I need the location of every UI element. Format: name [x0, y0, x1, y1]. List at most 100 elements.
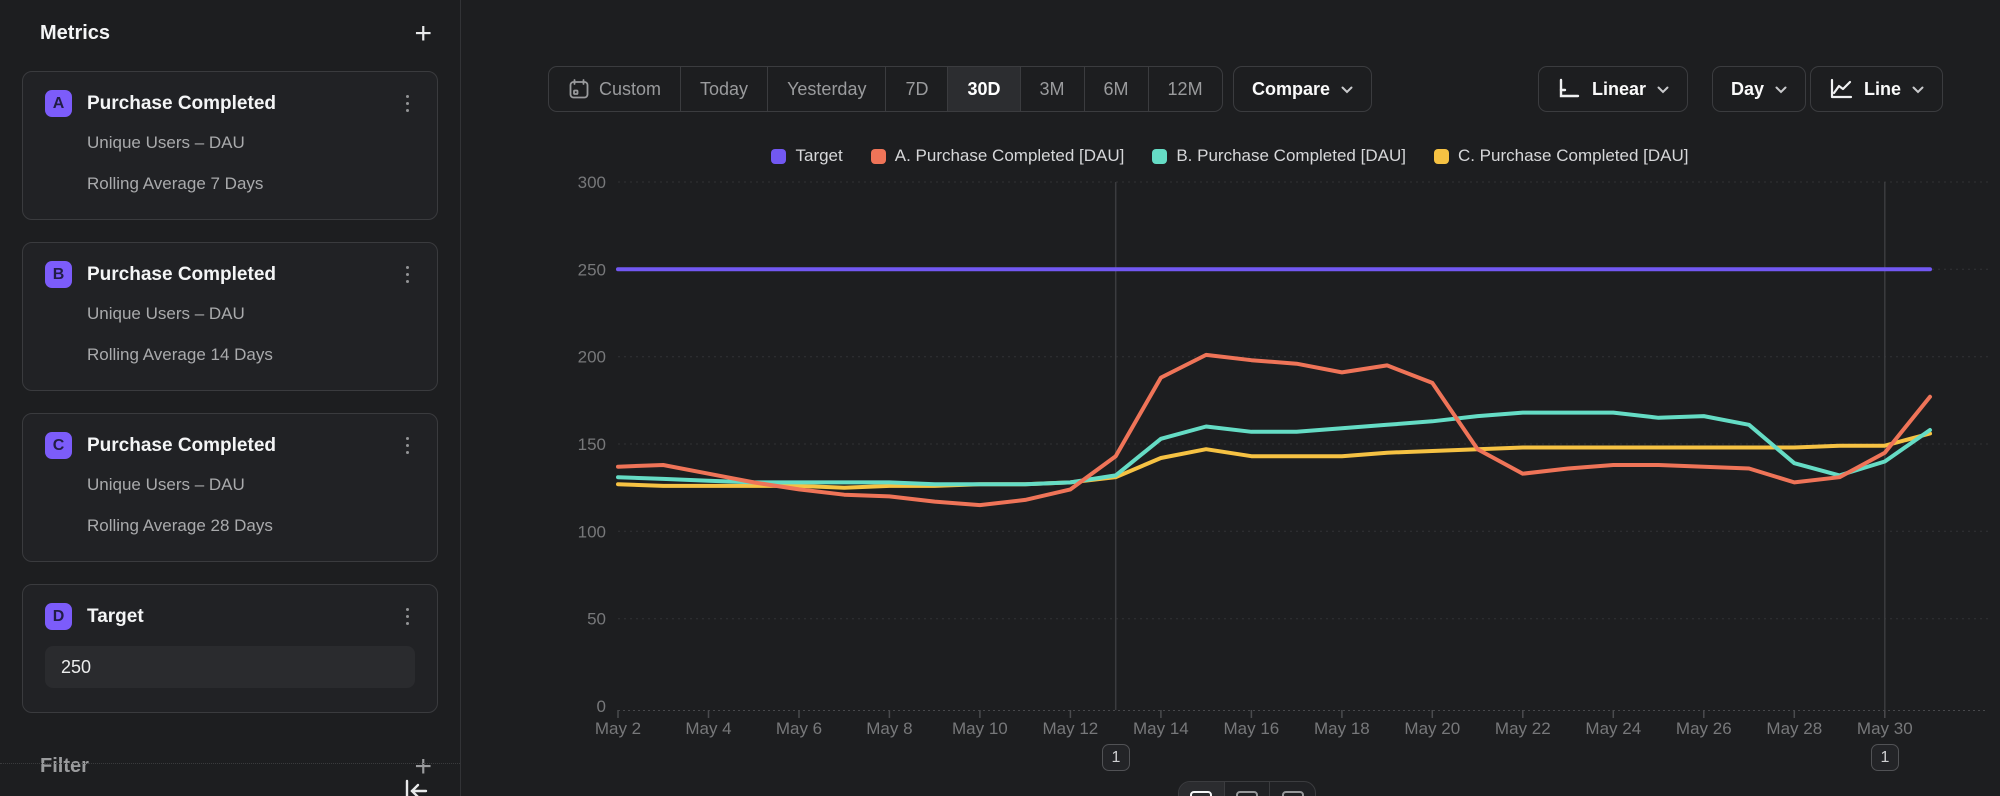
metric-badge-a: A: [45, 90, 72, 117]
legend-swatch: [1434, 149, 1449, 164]
x-tick-label: May 22: [1495, 719, 1551, 738]
more-options-icon[interactable]: [400, 433, 416, 459]
metric-card-a[interactable]: A Purchase Completed Unique Users – DAU …: [22, 71, 438, 220]
view-toggle-metric[interactable]: [1270, 782, 1315, 796]
metric-card-b[interactable]: B Purchase Completed Unique Users – DAU …: [22, 242, 438, 391]
range-30d[interactable]: 30D: [948, 67, 1020, 111]
metric-card-c-title: Purchase Completed: [87, 435, 400, 457]
metric-card-c-measure[interactable]: Unique Users – DAU: [87, 475, 415, 495]
y-tick-label: 250: [578, 260, 606, 279]
scale-button[interactable]: Linear: [1538, 66, 1688, 112]
more-options-icon[interactable]: [400, 604, 416, 630]
y-tick-label: 0: [597, 697, 606, 716]
metrics-title: Metrics: [40, 22, 110, 45]
table-view-icon: [1236, 791, 1258, 796]
chart-legend: Target A. Purchase Completed [DAU] B. Purc…: [460, 146, 2000, 166]
x-tick-label: May 4: [685, 719, 731, 738]
target-value-input[interactable]: 250: [45, 646, 415, 688]
chart-toolbar: CustomTodayYesterday7D30D3M6M12M Compare…: [461, 0, 2000, 130]
y-tick-label: 50: [587, 610, 606, 629]
legend-swatch: [1152, 149, 1167, 164]
interval-button[interactable]: Day: [1712, 66, 1806, 112]
date-range-control: CustomTodayYesterday7D30D3M6M12M: [548, 66, 1223, 112]
legend-label: C. Purchase Completed [DAU]: [1458, 146, 1689, 166]
y-tick-label: 300: [578, 173, 606, 192]
y-tick-label: 100: [578, 522, 606, 541]
metric-card-c-header: C Purchase Completed: [45, 432, 415, 459]
range-yesterday[interactable]: Yesterday: [768, 67, 886, 111]
filter-title: Filter: [40, 755, 89, 778]
calendar-icon: [568, 78, 590, 100]
annotation-badge[interactable]: 1: [1871, 744, 1899, 771]
metric-card-c-rollup[interactable]: Rolling Average 28 Days: [87, 516, 415, 536]
x-tick-label: May 6: [776, 719, 822, 738]
more-options-icon[interactable]: [400, 91, 416, 117]
sidebar: Metrics + A Purchase Completed Unique Us…: [0, 0, 460, 796]
metric-badge-c: C: [45, 432, 72, 459]
chart-view-icon: [1190, 791, 1212, 796]
more-options-icon[interactable]: [400, 262, 416, 288]
x-tick-label: May 20: [1404, 719, 1460, 738]
metric-card-c[interactable]: C Purchase Completed Unique Users – DAU …: [22, 413, 438, 562]
metric-card-b-measure[interactable]: Unique Users – DAU: [87, 304, 415, 324]
annotation-badge[interactable]: 1: [1102, 744, 1130, 771]
view-toggle-chart[interactable]: [1179, 782, 1225, 796]
legend-item[interactable]: C. Purchase Completed [DAU]: [1434, 146, 1689, 166]
line-chart-icon: [1829, 78, 1853, 100]
series-line: [618, 434, 1930, 488]
metric-badge-d: D: [45, 603, 72, 630]
range-7d[interactable]: 7D: [886, 67, 948, 111]
linear-axis-icon: [1557, 78, 1581, 100]
y-tick-label: 150: [578, 435, 606, 454]
target-card[interactable]: D Target 250: [22, 584, 438, 713]
metric-card-a-measure[interactable]: Unique Users – DAU: [87, 133, 415, 153]
x-tick-label: May 26: [1676, 719, 1732, 738]
series-line: [618, 413, 1930, 485]
legend-swatch: [771, 149, 786, 164]
add-metric-icon[interactable]: +: [408, 23, 438, 45]
legend-label: Target: [795, 146, 842, 166]
x-tick-label: May 24: [1585, 719, 1641, 738]
legend-item[interactable]: Target: [771, 146, 842, 166]
metric-badge-b: B: [45, 261, 72, 288]
x-tick-label: May 12: [1043, 719, 1099, 738]
metrics-report-app: Metrics + A Purchase Completed Unique Us…: [0, 0, 2000, 796]
target-card-title: Target: [87, 606, 400, 628]
legend-item[interactable]: B. Purchase Completed [DAU]: [1152, 146, 1406, 166]
metric-card-b-rollup[interactable]: Rolling Average 14 Days: [87, 345, 415, 365]
x-tick-label: May 10: [952, 719, 1008, 738]
x-tick-label: May 28: [1766, 719, 1822, 738]
metric-view-icon: [1282, 791, 1304, 796]
add-filter-icon[interactable]: +: [408, 756, 438, 778]
y-tick-label: 200: [578, 348, 606, 367]
view-toggle-table[interactable]: [1225, 782, 1271, 796]
range-12m[interactable]: 12M: [1149, 67, 1222, 111]
metric-card-a-title: Purchase Completed: [87, 93, 400, 115]
sidebar-bottom-divider: [0, 763, 460, 764]
metric-card-b-header: B Purchase Completed: [45, 261, 415, 288]
metric-card-a-rollup[interactable]: Rolling Average 7 Days: [87, 174, 415, 194]
range-3m[interactable]: 3M: [1021, 67, 1085, 111]
view-toggle-group: [1178, 781, 1316, 796]
range-6m[interactable]: 6M: [1085, 67, 1149, 111]
target-card-header: D Target: [45, 603, 415, 630]
x-tick-label: May 16: [1224, 719, 1280, 738]
metric-card-a-header: A Purchase Completed: [45, 90, 415, 117]
chart-type-button[interactable]: Line: [1810, 66, 1943, 112]
x-tick-label: May 30: [1857, 719, 1913, 738]
range-custom[interactable]: Custom: [549, 67, 681, 111]
compare-label: Compare: [1252, 79, 1330, 100]
interval-label: Day: [1731, 79, 1764, 100]
x-tick-label: May 2: [595, 719, 641, 738]
range-today[interactable]: Today: [681, 67, 768, 111]
legend-label: A. Purchase Completed [DAU]: [895, 146, 1125, 166]
chart-type-label: Line: [1864, 79, 1901, 100]
collapse-sidebar-icon[interactable]: [402, 779, 430, 796]
legend-swatch: [871, 149, 886, 164]
x-tick-label: May 18: [1314, 719, 1370, 738]
compare-button[interactable]: Compare: [1233, 66, 1372, 112]
metrics-header: Metrics +: [22, 22, 438, 45]
metric-card-b-title: Purchase Completed: [87, 264, 400, 286]
legend-item[interactable]: A. Purchase Completed [DAU]: [871, 146, 1125, 166]
x-tick-label: May 14: [1133, 719, 1189, 738]
